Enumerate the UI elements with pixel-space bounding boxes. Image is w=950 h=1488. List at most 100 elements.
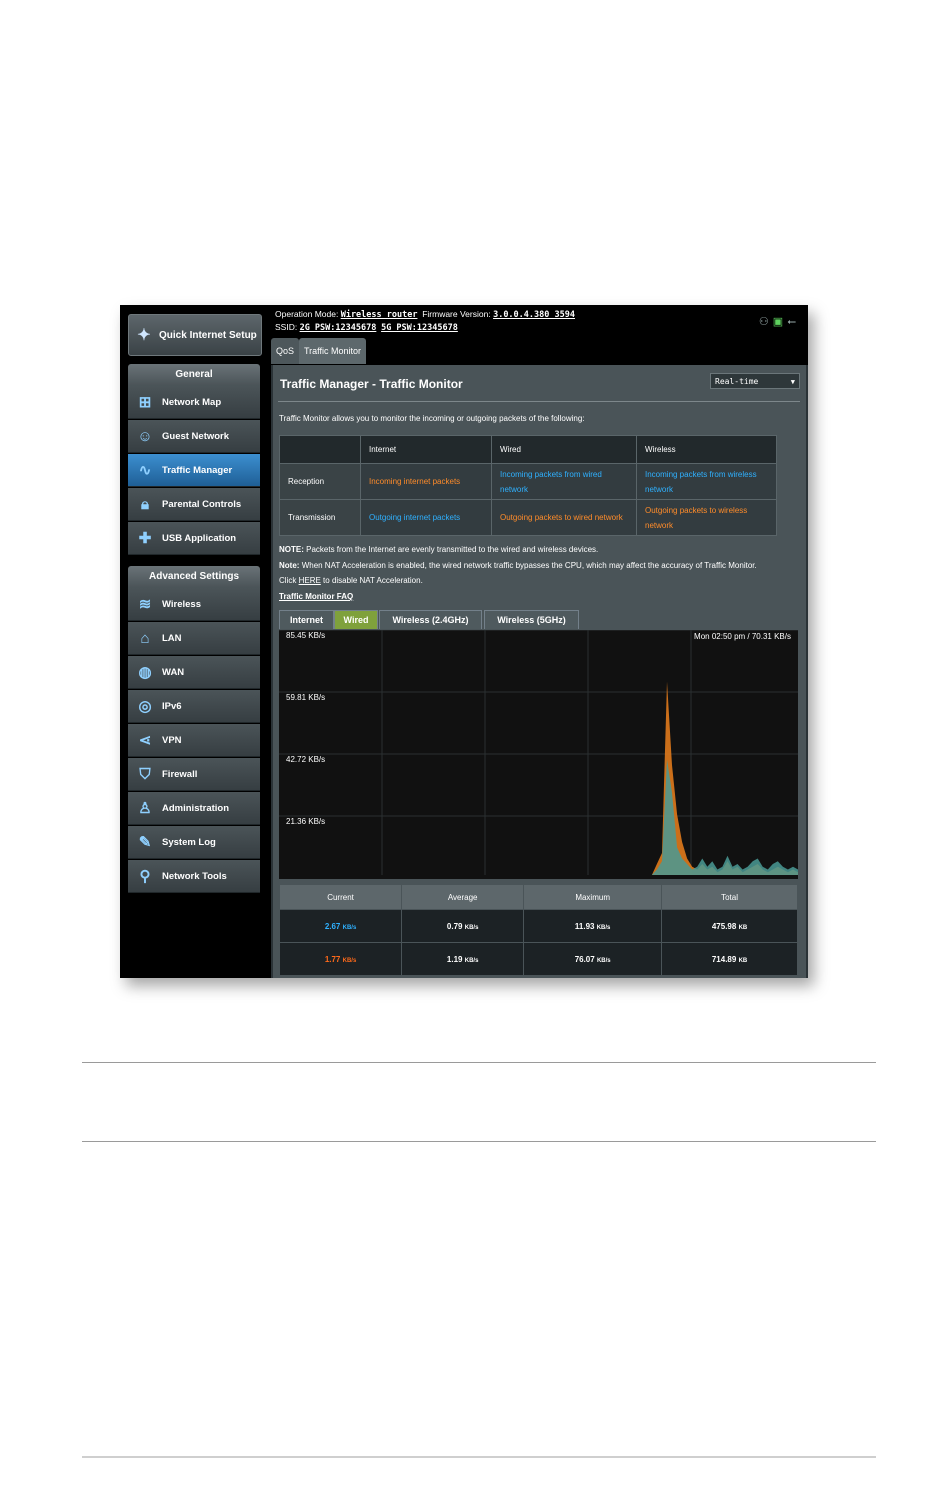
sidebar-item-guest-network[interactable]: ☺ Guest Network [128,420,260,453]
clients-icon[interactable]: ⚇ [759,316,773,328]
puzzle-icon: ✚ [138,530,152,547]
horizontal-rule [82,1141,876,1142]
note-line-1: NOTE: Packets from the Internet are even… [279,545,598,554]
main-panel: Operation Mode: Wireless router Firmware… [271,305,808,978]
time-range-select[interactable]: Real-time ▼ [710,373,800,389]
sidebar-item-label: Parental Controls [162,498,242,510]
content-area: Traffic Manager - Traffic Monitor Real-t… [273,365,806,978]
sidebar-item-label: Wireless [162,598,201,610]
chart-tab-wired[interactable]: Wired [334,610,378,629]
stats-header-row: Current Average Maximum Total [278,884,798,910]
traffic-area-series-0 [279,681,798,875]
sidebar-item-label: Guest Network [162,430,230,442]
sidebar-item-wan[interactable]: ◍ WAN [128,656,260,689]
sidebar-item-system-log[interactable]: ✎ System Log [128,826,260,859]
quick-setup-label: Quick Internet Setup [159,329,257,341]
general-section-title: General [128,364,260,386]
stats-cell: 0.79 KB/s [401,909,525,943]
sidebar-item-label: Traffic Manager [162,464,233,476]
stat-value: 714.89 [711,954,737,964]
row-label: Reception [279,463,361,500]
advanced-settings-title: Advanced Settings [128,566,260,588]
note-label: Note: [279,561,300,570]
firmware-link[interactable]: 3.0.0.4.380_3594 [493,310,575,320]
stat-value: 1.77 [324,954,341,964]
traffic-monitor-faq-link[interactable]: Traffic Monitor FAQ [279,592,353,601]
top-status-bar: Operation Mode: Wireless router Firmware… [271,305,808,365]
horizontal-rule [82,1062,876,1063]
sidebar-item-firewall[interactable]: ⛉ Firewall [128,758,260,791]
select-value: Real-time [715,377,759,386]
page-title: Traffic Manager - Traffic Monitor [280,377,463,391]
home-icon: ⌂ [140,629,150,647]
router-screenshot: ✦ Quick Internet Setup General ⊞ Network … [120,305,808,978]
stat-unit: KB/s [342,957,357,964]
table-cell: Outgoing packets to wireless network [636,499,777,536]
sidebar-item-vpn[interactable]: ⋖ VPN [128,724,260,757]
stat-unit: KB/s [464,924,479,931]
stats-cell: 475.98 KB [661,909,798,943]
chart-tab-wireless-5[interactable]: Wireless (5GHz) [484,610,579,629]
ssid-5g-link[interactable]: 5G_PSW:12345678 [381,323,458,333]
chart-tab-internet[interactable]: Internet [279,610,334,629]
stat-value: 475.98 [711,921,737,931]
status-icons: ⚇▣⭠ [759,315,800,329]
sidebar-item-network-map[interactable]: ⊞ Network Map [128,386,260,419]
note-line-2: Note: When NAT Acceleration is enabled, … [279,561,757,570]
tab-traffic-monitor[interactable]: Traffic Monitor [299,338,367,364]
stats-header-cell: Current [278,884,403,910]
table-header-cell [279,435,361,464]
usb-icon[interactable]: ⭠ [787,316,800,328]
sidebar-item-label: Administration [162,802,230,814]
note-text: to disable NAT Acceleration. [323,576,423,585]
stat-unit: KB/s [464,957,479,964]
page-description: Traffic Monitor allows you to monitor th… [279,414,585,423]
sidebar-item-administration[interactable]: ♙ Administration [128,792,260,825]
note-text: When NAT Acceleration is enabled, the wi… [301,561,757,570]
nat-here-link[interactable]: HERE [299,576,321,585]
stat-value: 0.79 [446,921,463,931]
tools-icon: ⚲ [139,868,151,885]
tab-qos[interactable]: QoS [271,338,300,364]
row-label: Transmission [279,499,361,536]
sidebar-item-label: System Log [162,836,216,848]
chart-tab-wireless-24[interactable]: Wireless (2.4GHz) [379,610,482,629]
chart-areas [279,681,798,875]
sidebar-item-label: VPN [162,734,182,746]
shield-icon: ⛉ [139,765,151,783]
guest-network-icon: ☺ [137,427,153,445]
sidebar-item-network-tools[interactable]: ⚲ Network Tools [128,860,260,893]
ssid-2g-link[interactable]: 2G_PSW:12345678 [300,323,377,333]
stats-cell: 76.07 KB/s [523,942,663,976]
table-cell: Incoming internet packets [360,463,492,500]
packet-types-table: Internet Wired Wireless Reception Incomi… [279,435,777,536]
sidebar: ✦ Quick Internet Setup General ⊞ Network … [120,305,268,978]
sidebar-item-ipv6[interactable]: ◎ IPv6 [128,690,260,723]
chart-grid [279,629,798,875]
magic-wand-icon: ✦ [137,327,151,344]
chevron-down-icon: ▼ [790,378,795,386]
footer-rule [82,1456,876,1458]
sidebar-item-parental-controls[interactable]: 🔒︎ Parental Controls [128,488,260,521]
note-text: Click [279,576,297,585]
network-map-icon: ⊞ [138,394,152,411]
sidebar-item-lan[interactable]: ⌂ LAN [128,622,260,655]
table-row: Reception Incoming internet packets Inco… [279,463,777,500]
stat-unit: KB [738,957,748,964]
quick-internet-setup-button[interactable]: ✦ Quick Internet Setup [128,314,262,356]
op-mode-link[interactable]: Wireless router [341,310,418,320]
stats-cell: 714.89 KB [661,942,798,976]
sidebar-item-traffic-manager[interactable]: ∿ Traffic Manager [128,454,260,487]
table-row: Transmission Outgoing internet packets O… [279,499,777,536]
table-cell: Incoming packets from wireless network [636,463,777,500]
table-cell: Outgoing internet packets [360,499,492,536]
stats-header-cell: Average [401,884,525,910]
note-label: NOTE: [279,545,304,554]
sidebar-item-wireless[interactable]: ≋ Wireless [128,588,260,621]
stat-unit: KB/s [596,957,611,964]
table-header-cell: Wired [491,435,637,464]
network-status-icon[interactable]: ▣ [773,316,787,328]
sidebar-item-usb-application[interactable]: ✚ USB Application [128,522,260,555]
note-line-3: Click HERE to disable NAT Acceleration. [279,576,423,585]
operation-mode-line: Operation Mode: Wireless router Firmware… [275,309,575,320]
